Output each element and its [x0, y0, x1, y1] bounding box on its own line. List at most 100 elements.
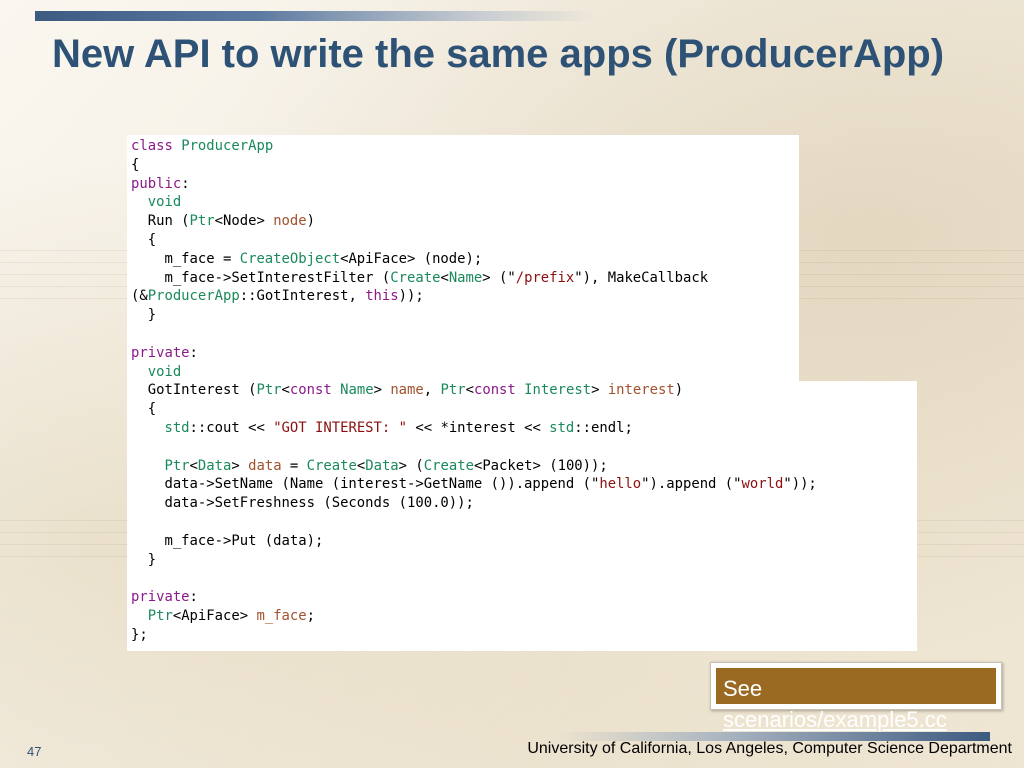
code-token: m_face->SetInterestFilter ( [131, 269, 391, 286]
code-token: Ptr [256, 382, 282, 399]
code-token: "), MakeCallback [574, 269, 709, 286]
code-token: )); [398, 288, 424, 305]
code-line: Run (Ptr<Node> node) [131, 212, 817, 231]
code-token: private [131, 344, 190, 361]
code-line: private: [131, 588, 817, 607]
code-token: data->SetFreshness (Seconds (100.0)); [131, 495, 474, 512]
code-token: : [189, 344, 198, 361]
code-token: ").append (" [641, 476, 742, 493]
code-line: data->SetFreshness (Seconds (100.0)); [131, 494, 817, 513]
code-token: <Packet> (100)); [473, 457, 608, 474]
see-callout-text: See scenarios/example5.cc [723, 673, 1003, 735]
code-token: = [281, 457, 307, 474]
code-line: } [131, 306, 817, 325]
code-token: this [365, 288, 399, 305]
code-line: m_face->SetInterestFilter (Create<Name> … [131, 269, 817, 288]
code-token: std [164, 419, 190, 436]
code-line: data->SetName (Name (interest->GetName (… [131, 475, 816, 494]
title-accent-bar [35, 11, 595, 21]
code-token: <Node> [214, 213, 274, 230]
code-token: : [189, 589, 198, 606]
code-token: Ptr [189, 213, 215, 230]
code-token: { [131, 401, 157, 418]
page-number: 47 [27, 744, 42, 759]
code-token: void [147, 363, 182, 380]
code-line: Ptr<Data> data = Create<Data> (Create<Pa… [131, 457, 817, 476]
code-line: { [131, 400, 817, 419]
code-line: public: [131, 175, 817, 194]
code-token: > ( [398, 457, 424, 474]
code-token: private [131, 589, 190, 606]
code-line: private: [131, 344, 817, 363]
code-token: > (" [482, 269, 516, 286]
footer-affiliation: University of California, Los Angeles, C… [527, 740, 1012, 757]
code-token: > [231, 457, 249, 474]
code-line: GotInterest (Ptr<const Name> name, Ptr<c… [131, 381, 817, 400]
code-token: m_face->Put (data); [131, 532, 324, 549]
code-token: ; [306, 607, 316, 624]
code-line: class ProducerApp [131, 137, 817, 156]
code-token: m_face [256, 607, 307, 624]
code-token: Ptr [440, 382, 466, 399]
code-listing: class ProducerApp{public: void Run (Ptr<… [131, 137, 817, 645]
code-token: ProducerApp [181, 138, 274, 154]
code-token: Interest [524, 382, 592, 399]
code-token: < [465, 382, 474, 399]
code-token: /prefix [515, 269, 575, 286]
code-token: m_face = [131, 250, 240, 267]
code-token: : [181, 175, 190, 192]
code-token: < [356, 457, 366, 474]
code-token: (& [131, 288, 148, 305]
code-token: ) [306, 213, 316, 230]
code-token: < [281, 382, 290, 399]
code-token: Ptr [164, 457, 190, 474]
code-line: } [131, 551, 817, 570]
code-line: { [131, 231, 817, 250]
code-token: Name [448, 269, 483, 286]
code-token: Ptr [147, 607, 173, 624]
code-token: ) [674, 382, 684, 399]
code-token: < [440, 269, 449, 286]
code-line: }; [131, 626, 817, 645]
code-token: { [131, 231, 157, 248]
code-line: std::cout << "GOT INTEREST: " << *intere… [131, 419, 817, 438]
code-line: m_face = CreateObject<ApiFace> (node); [131, 250, 817, 269]
code-token: class [131, 138, 173, 154]
code-line: ​ [131, 438, 817, 457]
code-line: ​ [131, 569, 817, 588]
code-token: public [131, 175, 182, 192]
code-token: void [147, 194, 182, 211]
code-token: } [131, 307, 157, 324]
code-token: hello [599, 476, 642, 493]
code-line: (&ProducerApp::GotInterest, this)); [131, 287, 817, 306]
code-token: name [390, 382, 424, 399]
code-token: Run ( [131, 213, 190, 230]
code-token: data [248, 457, 282, 474]
code-token: { [131, 156, 140, 173]
code-token: Data [197, 457, 232, 474]
code-token: < [189, 457, 198, 474]
code-token: node [273, 213, 307, 230]
code-token: Create [390, 269, 441, 286]
code-token: > [373, 382, 391, 399]
code-line: void [131, 193, 817, 212]
code-token: ::cout << [189, 419, 274, 436]
code-line: void [131, 363, 817, 382]
code-token: const [473, 382, 516, 399]
code-line: ​ [131, 325, 817, 344]
code-token: GotInterest ( [131, 382, 257, 399]
code-line: ​ [131, 513, 817, 532]
code-token: <ApiFace> [172, 607, 257, 624]
code-token: << *interest << [407, 419, 550, 436]
example-file-link[interactable]: scenarios/example5.cc [723, 707, 947, 732]
code-token: > [591, 382, 608, 399]
code-token: Data [365, 457, 399, 474]
code-token: , [423, 382, 441, 399]
